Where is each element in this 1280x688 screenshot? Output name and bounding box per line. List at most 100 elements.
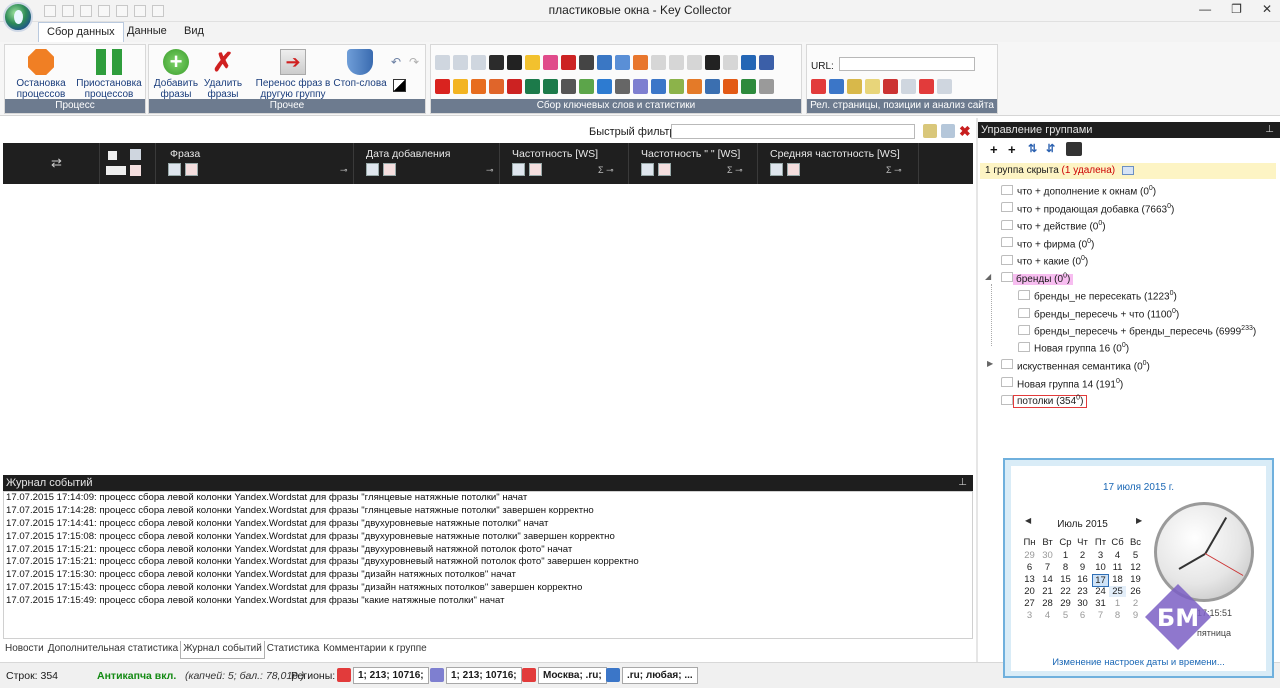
- group-item[interactable]: что + какие (00): [1017, 251, 1088, 267]
- grid-col-phrase[interactable]: Фраза ⊸: [156, 143, 354, 184]
- region-google[interactable]: .ru; любая; ...: [622, 667, 698, 684]
- calendar-day[interactable]: 18: [1109, 574, 1126, 585]
- calendar-day[interactable]: 4: [1039, 610, 1056, 621]
- splitter[interactable]: [976, 118, 978, 662]
- group-item[interactable]: что + дополнение к окнам (00): [1017, 181, 1156, 197]
- group-item[interactable]: бренды_пересечь + бренды_пересечь (69992…: [1034, 321, 1256, 337]
- app-menu-orb[interactable]: [3, 2, 33, 32]
- list-icon[interactable]: [937, 79, 952, 94]
- grid-col-freq-quoted[interactable]: Частотность " " [WS] Σ ⊸: [629, 143, 758, 184]
- yandex-region-icon[interactable]: [522, 668, 536, 682]
- calendar-day[interactable]: 3: [1021, 610, 1038, 621]
- hand2-icon[interactable]: [687, 79, 702, 94]
- close-button[interactable]: ✕: [1262, 2, 1272, 16]
- change-datetime-link[interactable]: Изменение настроек даты и времени...: [1011, 657, 1266, 668]
- region-direct[interactable]: 1; 213; 10716;: [446, 667, 522, 684]
- calendar-day[interactable]: 29: [1021, 550, 1038, 561]
- grid-col-freq[interactable]: Частотность [WS] Σ ⊸: [500, 143, 629, 184]
- misc-gray-icon[interactable]: [723, 55, 738, 70]
- rambler-r-icon[interactable]: [507, 55, 522, 70]
- calendar-day[interactable]: 26: [1127, 586, 1144, 597]
- calendar-day[interactable]: 25: [1109, 586, 1126, 597]
- calendar-day[interactable]: 9: [1127, 610, 1144, 621]
- next-month-icon[interactable]: ▶: [1136, 516, 1142, 525]
- col-date-filter-icon[interactable]: [366, 163, 379, 176]
- col-date-clear-icon[interactable]: [383, 163, 396, 176]
- circle-icon[interactable]: [579, 79, 594, 94]
- calendar-day[interactable]: 2: [1127, 598, 1144, 609]
- calendar-day[interactable]: 19: [1127, 574, 1144, 585]
- direct-region-icon[interactable]: [430, 668, 444, 682]
- col-phrase-pin-icon[interactable]: ⊸: [340, 165, 348, 176]
- calendar-day[interactable]: 31: [1092, 598, 1109, 609]
- group-item[interactable]: Новая группа 16 (00): [1034, 338, 1129, 354]
- bot-icon[interactable]: [489, 79, 504, 94]
- tab-group-comments[interactable]: Комментарии к группе: [321, 641, 428, 659]
- calendar-day[interactable]: 22: [1057, 586, 1074, 597]
- calendar-day[interactable]: 11: [1109, 562, 1126, 573]
- col-avg-freq-filter-icon[interactable]: [770, 163, 783, 176]
- wordstat-icon[interactable]: [435, 55, 450, 70]
- a-icon[interactable]: [633, 79, 648, 94]
- clipboard-gray-icon[interactable]: [669, 55, 684, 70]
- fire-icon[interactable]: [723, 79, 738, 94]
- calendar-day[interactable]: 1: [1109, 598, 1126, 609]
- grid-col-date[interactable]: Дата добавления ⊸: [354, 143, 500, 184]
- calendar-day[interactable]: 14: [1039, 574, 1056, 585]
- col-freq-quoted-filter-icon[interactable]: [641, 163, 654, 176]
- dots-icon[interactable]: [525, 55, 540, 70]
- wordstat-right-icon[interactable]: [453, 55, 468, 70]
- key-icon[interactable]: [847, 79, 862, 94]
- filter-clear-icon[interactable]: ✖: [959, 124, 973, 138]
- calendar-day[interactable]: 23: [1074, 586, 1091, 597]
- tag-icon[interactable]: [669, 79, 684, 94]
- tab-data[interactable]: Данные: [119, 22, 175, 42]
- calendar-day[interactable]: 30: [1074, 598, 1091, 609]
- tab-collect-data[interactable]: Сбор данных: [38, 22, 124, 42]
- calendar-day[interactable]: 6: [1074, 610, 1091, 621]
- calendar-day[interactable]: 7: [1039, 562, 1056, 573]
- bar-chart-icon[interactable]: [471, 55, 486, 70]
- calendar-day[interactable]: 1: [1057, 550, 1074, 561]
- col-avg-freq-clear-icon[interactable]: [787, 163, 800, 176]
- calendar-day[interactable]: 9: [1074, 562, 1091, 573]
- we-icon[interactable]: [435, 79, 450, 94]
- contrast-icon[interactable]: [393, 79, 406, 92]
- filter-apply-icon[interactable]: [923, 124, 937, 138]
- col-freq-quoted-clear-icon[interactable]: [658, 163, 671, 176]
- refresh-icon[interactable]: ⇄: [51, 155, 62, 171]
- m-green-icon[interactable]: [741, 79, 756, 94]
- calendar-day[interactable]: 16: [1074, 574, 1091, 585]
- r-icon[interactable]: [705, 55, 720, 70]
- col-date-pin-icon[interactable]: ⊸: [486, 165, 494, 176]
- calendar-day[interactable]: 8: [1109, 610, 1126, 621]
- google-icon[interactable]: [829, 79, 844, 94]
- g-icon[interactable]: [651, 79, 666, 94]
- quick-filter-input[interactable]: [671, 124, 915, 139]
- col-phrase-filter-icon[interactable]: [168, 163, 181, 176]
- calendar-day[interactable]: 28: [1039, 598, 1056, 609]
- calendar-day[interactable]: 7: [1092, 610, 1109, 621]
- trend-icon[interactable]: [633, 55, 648, 70]
- calendar-full-date[interactable]: 17 июля 2015 г.: [1011, 482, 1266, 493]
- yandex2-icon[interactable]: [883, 79, 898, 94]
- yandex3-icon[interactable]: [919, 79, 934, 94]
- stats-icon[interactable]: [1066, 142, 1082, 156]
- collapse-icon[interactable]: ◢: [985, 272, 991, 281]
- select-all-icon[interactable]: [108, 151, 117, 160]
- col-freq-sum-icon[interactable]: Σ ⊸: [598, 165, 614, 176]
- calendar-day[interactable]: 13: [1021, 574, 1038, 585]
- tab-event-log[interactable]: Журнал событий: [180, 641, 265, 659]
- group-item[interactable]: бренды_пересечь + что (11000): [1034, 304, 1179, 320]
- tab-extra-stats[interactable]: Дополнительная статистика: [46, 641, 180, 659]
- grid-icon[interactable]: [525, 79, 540, 94]
- add-phrases-button[interactable]: + Добавить фразы: [153, 49, 199, 100]
- wordstat-region-icon[interactable]: [337, 668, 351, 682]
- calendar-day[interactable]: 5: [1127, 550, 1144, 561]
- group-item-brands[interactable]: бренды (00): [1013, 269, 1074, 286]
- yandex-icon[interactable]: [811, 79, 826, 94]
- group-item-ceilings[interactable]: потолки (3540): [1013, 391, 1088, 409]
- hand-icon[interactable]: [471, 79, 486, 94]
- s-icon[interactable]: [453, 79, 468, 94]
- url-input[interactable]: [839, 57, 975, 71]
